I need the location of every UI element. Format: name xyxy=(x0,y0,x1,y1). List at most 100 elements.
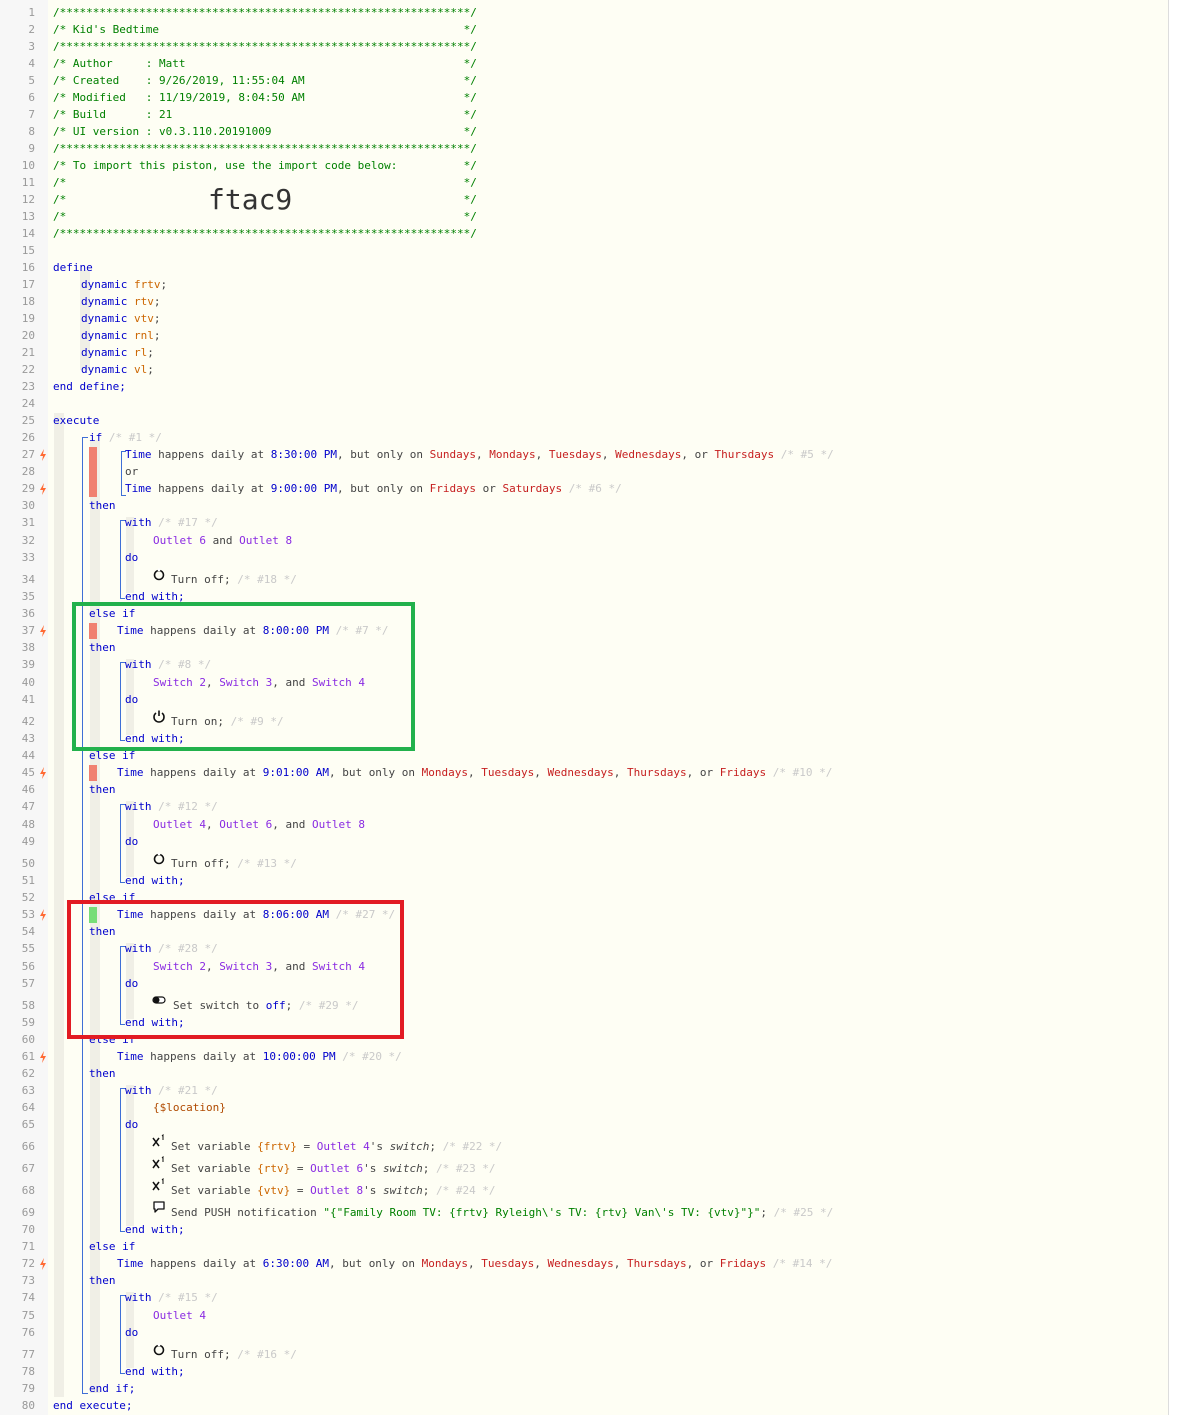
code-line: else if xyxy=(89,1239,135,1255)
line-number: 65 xyxy=(21,1118,35,1131)
line-number: 79 xyxy=(21,1382,35,1395)
code-token: {rtv} xyxy=(257,1162,291,1175)
code-token: 's xyxy=(369,1140,390,1153)
code-token: ; xyxy=(153,295,161,308)
line-number: 22 xyxy=(21,363,35,376)
code-token: execute xyxy=(53,414,100,427)
code-token: with xyxy=(125,1084,152,1097)
line-number: 54 xyxy=(21,925,35,938)
code-line: /* Kid's Bedtime */ xyxy=(53,22,477,38)
code-token: Time xyxy=(117,1257,144,1270)
code-token: ; xyxy=(147,346,154,359)
line-number: 8 xyxy=(28,125,35,138)
trigger-bolt-icon xyxy=(40,625,46,637)
code-line: then xyxy=(89,1273,116,1289)
code-line: /***************************************… xyxy=(53,39,477,55)
code-token: , xyxy=(601,448,616,461)
code-token: = xyxy=(296,1140,317,1153)
code-token: Wednesdays xyxy=(547,766,614,779)
block-rail xyxy=(126,1085,134,1226)
line-number: 78 xyxy=(21,1365,35,1378)
code-line: Time happens daily at 6:30:00 AM, but on… xyxy=(117,1256,832,1272)
code-token: , but only on xyxy=(336,482,430,495)
code-token: Outlet 4 xyxy=(153,818,206,831)
code-token: , xyxy=(535,448,549,461)
code-token: Turn off; xyxy=(171,857,231,870)
code-token: Time xyxy=(125,448,152,461)
code-token: rtv xyxy=(133,295,154,308)
code-line: dynamic rnl; xyxy=(81,328,160,344)
code-token: /* #22 */ xyxy=(435,1140,503,1153)
code-token: Wednesdays xyxy=(615,448,682,461)
line-number: 58 xyxy=(21,999,35,1012)
line-number: 13 xyxy=(21,210,35,223)
line-number: 24 xyxy=(21,397,35,410)
line-number: 32 xyxy=(21,534,35,547)
code-token: Mondays xyxy=(421,1257,469,1270)
code-token: /* #25 */ xyxy=(767,1206,834,1219)
code-token: Tuesdays xyxy=(548,448,602,461)
code-line: end with; xyxy=(125,1222,185,1238)
code-token: , or xyxy=(686,766,720,779)
code-line: dynamic rl; xyxy=(81,345,154,361)
trigger-bolt-icon xyxy=(40,1051,46,1063)
line-number: 52 xyxy=(21,891,35,904)
code-line: Outlet 4, Outlet 6, and Outlet 8 xyxy=(153,817,365,833)
line-number: 37 xyxy=(21,624,35,637)
code-token: /* Modified : 11/19/2019, 8:04:50 AM */ xyxy=(53,91,477,104)
code-line: then xyxy=(89,498,116,514)
code-token: , and xyxy=(272,818,312,831)
line-number: 63 xyxy=(21,1084,35,1097)
line-number: 21 xyxy=(21,346,35,359)
code-line: do xyxy=(125,1325,138,1341)
code-line: end execute; xyxy=(53,1398,132,1414)
code-token: happens daily at xyxy=(143,1050,263,1063)
code-token: , but only on xyxy=(328,1257,422,1270)
code-token: /* #20 */ xyxy=(335,1050,402,1063)
code-token: if xyxy=(89,431,103,444)
code-token: /* #17 */ xyxy=(151,516,218,529)
code-line: execute xyxy=(53,413,99,429)
line-number: 39 xyxy=(21,658,35,671)
code-token: happens daily at xyxy=(151,482,271,495)
line-number: 56 xyxy=(21,960,35,973)
condition-status-bar xyxy=(89,765,97,781)
line-number: 30 xyxy=(21,499,35,512)
line-number: 80 xyxy=(21,1399,35,1412)
code-token: Set variable xyxy=(171,1184,258,1197)
line-number: 61 xyxy=(21,1050,35,1063)
line-number: 55 xyxy=(21,942,35,955)
code-token: /* UI version : v0.3.110.20191009 */ xyxy=(53,125,477,138)
line-number: 50 xyxy=(21,857,35,870)
line-number: 51 xyxy=(21,874,35,887)
code-line: Turn off; /* #13 */ xyxy=(171,856,297,872)
code-line: dynamic vtv; xyxy=(81,311,160,327)
code-token: Mondays xyxy=(421,766,469,779)
code-token: Thursdays xyxy=(714,448,775,461)
code-token: /* #18 */ xyxy=(230,573,297,586)
code-token: Turn off; xyxy=(171,1348,231,1361)
code-token: /* #21 */ xyxy=(151,1084,218,1097)
code-token: with xyxy=(125,800,152,813)
line-number: 29 xyxy=(21,482,35,495)
line-number: 76 xyxy=(21,1326,35,1339)
code-token: Outlet 4 xyxy=(153,1309,206,1322)
line-number: 1 xyxy=(28,6,35,19)
code-token: end with; xyxy=(125,874,185,887)
code-token: 8:30:00 PM xyxy=(270,448,337,461)
code-token: /* #23 */ xyxy=(429,1162,496,1175)
code-line: /***************************************… xyxy=(53,226,477,242)
code-line: Time happens daily at 9:00:00 PM, but on… xyxy=(125,481,622,497)
code-line: Time happens daily at 8:30:00 PM, but on… xyxy=(125,447,834,463)
line-number: 75 xyxy=(21,1309,35,1322)
code-line: with /* #17 */ xyxy=(125,515,218,531)
code-token: and xyxy=(205,534,240,547)
line-number: 41 xyxy=(21,693,35,706)
line-number: 59 xyxy=(21,1016,35,1029)
line-number: 23 xyxy=(21,380,35,393)
code-token: switch xyxy=(382,1184,423,1197)
line-number: 26 xyxy=(21,431,35,444)
code-token: Sundays xyxy=(429,448,477,461)
code-token: Mondays xyxy=(489,448,536,461)
